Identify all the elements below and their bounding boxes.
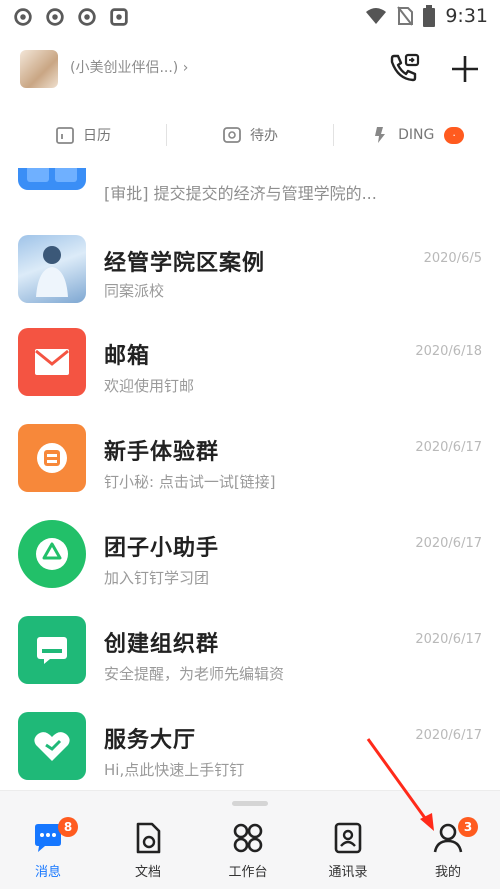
nav-docs[interactable]: 文档 (108, 821, 188, 881)
list-item[interactable]: 经管学院区案例 同案派校 2020/6/5 (0, 225, 500, 321)
list-item[interactable]: 服务大厅 Hi,点此快速上手钉钉 2020/6/17 (0, 704, 500, 790)
list-item-title: 邮箱 (104, 344, 151, 369)
chip (27, 168, 49, 182)
list-item-title: 经管学院区案例 (104, 251, 266, 276)
no-sim-icon (397, 6, 414, 26)
header: (小美创业伴侣...) › (0, 40, 500, 96)
tab-label: 日历 (83, 128, 111, 144)
list-item-subtitle: 同案派校 (104, 282, 165, 300)
list-item-date: 2020/6/17 (415, 440, 482, 455)
heart-icon (34, 732, 70, 761)
group-avatar (18, 424, 86, 492)
tab-ding[interactable]: DING · (334, 125, 500, 145)
gear-icon (46, 8, 64, 26)
list-item[interactable]: 团子小助手 加入钉钉学习团 2020/6/17 (0, 512, 500, 608)
conversation-list[interactable]: [审批] 提交提交的经济与管理学院的... 经管学院区案例 同案派校 2020/… (0, 168, 500, 790)
list-item-title: 服务大厅 (104, 728, 197, 753)
list-item[interactable]: 新手体验群 钉小秘: 点击试一试[链接] 2020/6/17 (0, 416, 500, 512)
status-time: 9:31 (445, 5, 488, 27)
doc-icon (136, 822, 161, 854)
plus-icon[interactable] (446, 50, 484, 88)
org-group-avatar (18, 616, 86, 684)
tab-label: DING (398, 127, 435, 143)
tab-label: 待办 (250, 128, 278, 144)
list-item-title: 团子小助手 (104, 536, 220, 561)
list-item-subtitle: 欢迎使用钉邮 (104, 377, 195, 395)
mail-icon (35, 349, 69, 375)
org-name[interactable]: (小美创业伴侣...) › (70, 57, 188, 77)
calendar-icon (56, 127, 74, 144)
workbench-icon (233, 823, 263, 853)
list-item-subtitle: 安全提醒，为老师先编辑资 (104, 665, 285, 683)
recycle-icon (36, 538, 68, 570)
gear-icon (78, 8, 96, 26)
list-item-date: 2020/6/18 (415, 344, 482, 359)
list-item-title: 创建组织群 (104, 632, 220, 657)
nav-label: 文档 (134, 865, 161, 880)
todo-icon (223, 127, 241, 143)
ding-badge: · (444, 126, 464, 144)
quick-tabs: 日历 待办 DING · (0, 110, 500, 160)
nav-label: 工作台 (228, 865, 268, 880)
approval-avatar (18, 168, 86, 190)
list-item-date: 2020/6/17 (415, 728, 482, 743)
list-item-date: 2020/6/5 (423, 251, 482, 266)
battery-icon (423, 5, 436, 27)
list-item-date: 2020/6/17 (415, 632, 482, 647)
status-bar: 9:31 (0, 0, 500, 34)
drag-handle[interactable] (232, 801, 268, 806)
org-avatar[interactable] (20, 50, 58, 88)
status-left-icons (12, 6, 130, 28)
nav-messages[interactable]: 消息 8 (8, 817, 88, 881)
nav-contacts[interactable]: 通讯录 (308, 821, 388, 881)
nav-label: 消息 (34, 865, 61, 880)
list-item[interactable]: [审批] 提交提交的经济与管理学院的... (0, 168, 500, 218)
ding-icon (375, 127, 386, 143)
assistant-avatar (18, 520, 86, 588)
wifi-icon (366, 8, 387, 24)
call-icon[interactable] (386, 52, 422, 84)
contacts-icon (334, 822, 362, 854)
photo-avatar (18, 235, 86, 303)
list-item-date: 2020/6/17 (415, 536, 482, 551)
mail-avatar (18, 328, 86, 396)
list-item-subtitle: 钉小秘: 点击试一试[链接] (104, 473, 276, 491)
service-avatar (18, 712, 86, 780)
person-photo-icon (36, 246, 68, 297)
bottom-nav: 消息 8 文档 工作台 通讯录 我的 3 (0, 790, 500, 889)
status-right: 9:31 (365, 5, 488, 27)
list-item-title: 新手体验群 (104, 440, 220, 465)
nav-label: 通讯录 (328, 865, 368, 880)
chat-icon (37, 637, 67, 664)
unread-badge: 8 (58, 817, 78, 837)
list-item[interactable]: 创建组织群 安全提醒，为老师先编辑资 2020/6/17 (0, 608, 500, 704)
list-item-subtitle: Hi,点此快速上手钉钉 (104, 761, 245, 779)
list-item[interactable]: 邮箱 欢迎使用钉邮 2020/6/18 (0, 320, 500, 416)
group-icon (37, 443, 67, 473)
list-item-subtitle: 加入钉钉学习团 (104, 569, 210, 587)
tab-todo[interactable]: 待办 (167, 125, 333, 145)
tab-calendar[interactable]: 日历 (0, 125, 166, 145)
gear-icon (110, 8, 128, 26)
nav-profile[interactable]: 我的 3 (408, 817, 488, 881)
chip (55, 168, 77, 182)
nav-workbench[interactable]: 工作台 (208, 821, 288, 881)
nav-label: 我的 (434, 865, 461, 880)
gear-icon (14, 8, 32, 26)
unread-badge: 3 (458, 817, 478, 837)
list-item-subtitle: [审批] 提交提交的经济与管理学院的... (104, 184, 377, 203)
